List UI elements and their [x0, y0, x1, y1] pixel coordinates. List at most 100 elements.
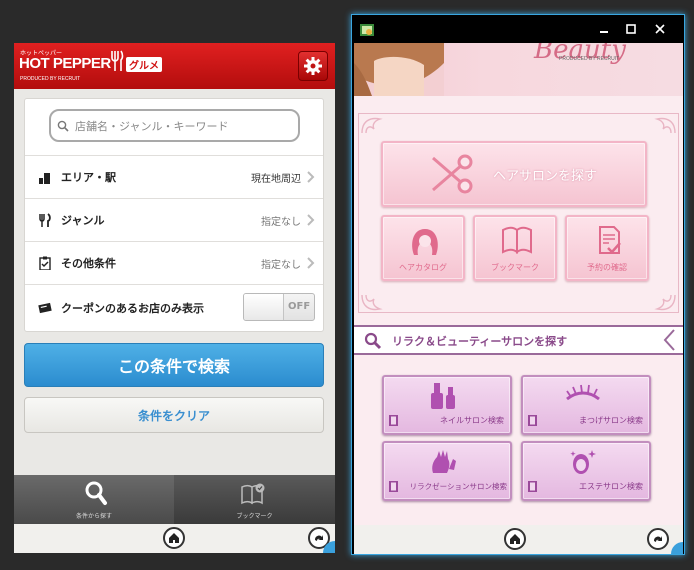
settings-button[interactable] — [298, 51, 328, 81]
search-submit-button[interactable]: この条件で検索 — [24, 343, 324, 387]
search-conditions-panel: 店舗名・ジャンル・キーワード エリア・駅 現在地周辺 ジャンル 指定なし その他… — [24, 98, 324, 332]
book-icon — [502, 226, 532, 254]
eyelash-salon-search-button[interactable]: まつげサロン検索 — [521, 375, 651, 435]
produced-by: PRODUCED BY RECRUIT — [559, 56, 620, 62]
reservation-check-icon — [599, 226, 621, 254]
tab-label: 条件から探す — [75, 513, 112, 520]
building-icon — [39, 173, 50, 184]
gear-icon — [304, 57, 322, 75]
app-header: ホットペッパー HOT PEPPER グルメ PRODUCED BY RECRU… — [14, 43, 335, 89]
home-icon — [510, 534, 520, 544]
row-area-station[interactable]: エリア・駅 現在地周辺 — [25, 155, 323, 198]
window-titlebar — [352, 15, 684, 43]
find-hair-salon-button[interactable]: ヘアサロンを探す — [381, 141, 647, 207]
row-label: エリア・駅 — [61, 171, 116, 184]
row-value: 指定なし — [261, 259, 301, 271]
app-icon — [360, 24, 374, 36]
toggle-knob — [244, 294, 284, 320]
hotpepper-gourmet-screen: ホットペッパー HOT PEPPER グルメ PRODUCED BY RECRU… — [14, 43, 335, 553]
relaxation-salon-search-button[interactable]: リラクゼーションサロン検索 — [382, 441, 512, 501]
produced-by: PRODUCED BY RECRUIT — [20, 76, 81, 82]
clear-conditions-button[interactable]: 条件をクリア — [24, 397, 324, 433]
door-icon — [528, 415, 537, 426]
coupon-toggle[interactable]: OFF — [243, 293, 315, 321]
eyelash-icon — [566, 384, 600, 401]
chevron-right-icon — [307, 257, 315, 269]
coupon-icon — [38, 302, 52, 314]
maximize-icon — [626, 24, 636, 34]
ornament-icon — [361, 117, 383, 134]
button-label: ヘアカタログ — [399, 263, 447, 272]
beauty-app-content: Beauty PRODUCED BY RECRUIT ヘアサロンを探す ヘアカタ… — [354, 43, 683, 554]
beauty-banner: Beauty PRODUCED BY RECRUIT — [354, 43, 683, 96]
tab-bar: 条件から探す ブックマーク — [14, 475, 335, 524]
tab-search-by-conditions[interactable]: 条件から探す — [14, 475, 174, 524]
chevron-right-icon — [307, 214, 315, 226]
row-value: 指定なし — [261, 216, 301, 228]
close-button[interactable] — [651, 21, 669, 37]
search-input[interactable]: 店舗名・ジャンル・キーワード — [49, 109, 300, 142]
nail-polish-icon — [431, 383, 455, 409]
hair-catalog-icon — [412, 229, 438, 255]
esthetic-salon-search-button[interactable]: エステサロン検索 — [521, 441, 651, 501]
section-title: リラク＆ビューティーサロンを探す — [392, 335, 568, 348]
minimize-button[interactable] — [595, 21, 613, 37]
bookmark-button[interactable]: ブックマーク — [473, 215, 557, 281]
door-icon — [528, 481, 537, 492]
hands-icon — [432, 450, 456, 473]
toggle-state: OFF — [288, 301, 311, 312]
scissors-icon — [432, 154, 473, 194]
row-value: 現在地周辺 — [251, 173, 301, 185]
row-genre[interactable]: ジャンル 指定なし — [25, 198, 323, 241]
row-other-conditions[interactable]: その他条件 指定なし — [25, 241, 323, 284]
chevron-right-icon — [307, 171, 315, 183]
home-icon — [169, 533, 179, 543]
chevron-left-icon — [663, 329, 675, 351]
door-icon — [389, 481, 398, 492]
door-icon — [389, 415, 398, 426]
reservation-check-button[interactable]: 予約の確認 — [565, 215, 649, 281]
fork-knife-icon — [39, 213, 51, 227]
button-label: リラクゼーションサロン検索 — [409, 482, 507, 491]
maximize-button[interactable] — [622, 21, 640, 37]
button-label: ネイルサロン検索 — [440, 416, 504, 425]
device-nav-bar — [14, 524, 335, 553]
device-nav-bar — [354, 525, 683, 554]
button-label: ブックマーク — [491, 263, 539, 272]
fork-logo-icon — [111, 50, 124, 71]
bookmark-icon — [241, 483, 265, 505]
minimize-icon — [600, 31, 608, 33]
row-label: ジャンル — [61, 214, 105, 227]
logo-gourmet-badge: グルメ — [126, 57, 162, 72]
tab-bookmark[interactable]: ブックマーク — [174, 475, 335, 524]
ornament-icon — [654, 294, 676, 311]
search-icon — [364, 332, 382, 350]
model-photo — [354, 43, 444, 96]
home-button[interactable] — [163, 527, 185, 549]
button-label: ヘアサロンを探す — [493, 168, 598, 184]
search-placeholder: 店舗名・ジャンル・キーワード — [75, 119, 229, 133]
face-sparkle-icon — [570, 450, 596, 474]
relax-beauty-section-header: リラク＆ビューティーサロンを探す — [354, 325, 683, 355]
tab-label: ブックマーク — [236, 513, 273, 520]
corner-indicator — [671, 542, 683, 554]
button-label: 予約の確認 — [587, 263, 627, 272]
home-button[interactable] — [504, 528, 526, 550]
button-label: エステサロン検索 — [579, 482, 643, 491]
ornament-icon — [361, 294, 383, 311]
back-arrow-icon — [653, 536, 662, 542]
back-button[interactable] — [647, 528, 669, 550]
hair-catalog-button[interactable]: ヘアカタログ — [381, 215, 465, 281]
search-icon — [57, 120, 69, 132]
ornament-icon — [654, 117, 676, 134]
row-label: その他条件 — [61, 257, 116, 270]
button-label: まつげサロン検索 — [579, 416, 643, 425]
search-icon — [85, 481, 107, 505]
nail-salon-search-button[interactable]: ネイルサロン検索 — [382, 375, 512, 435]
back-arrow-icon — [314, 535, 323, 541]
hotpepper-beauty-window: Beauty PRODUCED BY RECRUIT ヘアサロンを探す ヘアカタ… — [351, 14, 685, 555]
clipboard-check-icon — [39, 256, 51, 270]
row-coupon-only: クーポンのあるお店のみ表示 OFF — [25, 284, 323, 331]
app-logo: HOT PEPPER — [19, 55, 111, 72]
close-icon — [655, 24, 665, 34]
